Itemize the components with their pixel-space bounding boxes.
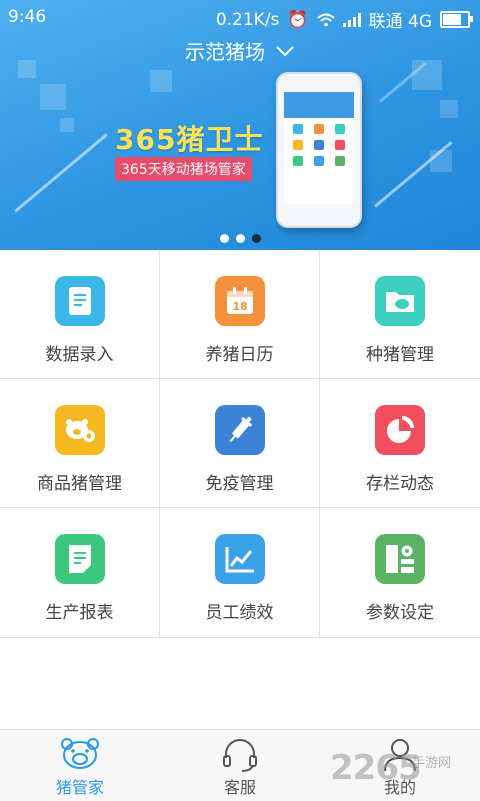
alarm-icon: ⏰ — [287, 9, 309, 30]
menu-item-data-entry[interactable]: 数据录入 — [0, 250, 160, 379]
menu-item-settings[interactable]: 参数设定 — [320, 508, 480, 638]
wifi-icon — [316, 13, 335, 26]
light-streak — [374, 141, 453, 208]
menu-item-label: 商品猪管理 — [37, 474, 122, 494]
menu-item-label: 养猪日历 — [205, 345, 274, 365]
watermark-logo: 2265 — [330, 748, 422, 788]
farm-name: 示范猪场 — [185, 40, 265, 64]
status-bar: 9:46 0.21K/s ⏰ 联通 4G — [0, 0, 480, 34]
tab-pig-manager[interactable]: 猪管家 — [0, 730, 160, 801]
syringe-icon — [214, 405, 265, 455]
carrier-label: 联通 4G — [368, 12, 432, 32]
menu-item-label: 员工绩效 — [205, 603, 274, 623]
headset-icon — [223, 739, 257, 772]
report-icon — [54, 534, 105, 584]
signal-icon — [342, 12, 361, 27]
calendar-badge: 18 — [232, 300, 247, 313]
menu-item-label: 数据录入 — [45, 345, 114, 365]
menu-item-production-report[interactable]: 生产报表 — [0, 508, 160, 638]
function-grid: 数据录入 18 养猪日历 种猪管理 商品猪管理 免疫管理 存栏动态 生产报表 员… — [0, 250, 480, 638]
calendar-icon: 18 — [214, 276, 265, 326]
deco-square — [60, 118, 74, 132]
status-time: 9:46 — [8, 7, 47, 27]
menu-item-inventory[interactable]: 存栏动态 — [320, 379, 480, 508]
folder-pig-icon — [375, 276, 425, 326]
deco-square — [40, 84, 66, 110]
battery-icon — [440, 11, 473, 28]
deco-square — [150, 70, 172, 92]
brand-title: 365猪卫士 — [115, 123, 264, 156]
phone-illustration — [276, 72, 362, 228]
deco-square — [440, 100, 458, 118]
pig-gear-icon — [54, 405, 105, 455]
menu-item-label: 参数设定 — [366, 603, 434, 623]
tab-label: 客服 — [223, 778, 256, 797]
chevron-down-icon — [276, 45, 294, 56]
pie-chart-icon — [375, 405, 425, 455]
document-icon — [54, 276, 105, 326]
carousel-dot-active[interactable] — [251, 234, 261, 243]
farm-selector[interactable]: 示范猪场 — [0, 36, 480, 65]
menu-item-staff-performance[interactable]: 员工绩效 — [160, 508, 320, 638]
watermark-text: 手游网 — [412, 756, 452, 771]
menu-item-label: 生产报表 — [45, 603, 114, 623]
menu-item-label: 免疫管理 — [205, 474, 274, 494]
carousel-indicator — [0, 234, 480, 243]
light-streak — [14, 133, 108, 213]
network-speed: 0.21K/s — [215, 9, 280, 30]
menu-item-immunization[interactable]: 免疫管理 — [160, 379, 320, 508]
trend-chart-icon — [214, 534, 265, 584]
menu-item-breeding-pig[interactable]: 种猪管理 — [320, 250, 480, 379]
carousel-dot[interactable] — [235, 234, 245, 243]
brand-tagline: 365天移动猪场管家 — [115, 157, 252, 181]
banner-carousel[interactable]: 9:46 0.21K/s ⏰ 联通 4G 示范猪场 365猪卫士 365天移动猪… — [0, 0, 480, 250]
tab-label: 猪管家 — [55, 778, 104, 797]
settings-grid-icon — [375, 534, 425, 584]
carousel-dot[interactable] — [219, 234, 229, 243]
deco-square — [430, 150, 452, 172]
menu-item-label: 种猪管理 — [366, 345, 434, 365]
battery-level — [443, 14, 461, 25]
tab-customer-service[interactable]: 客服 — [160, 730, 320, 801]
menu-item-calendar[interactable]: 18 养猪日历 — [160, 250, 320, 379]
menu-item-label: 存栏动态 — [366, 474, 434, 494]
menu-item-commercial-pig[interactable]: 商品猪管理 — [0, 379, 160, 508]
pig-head-icon — [61, 738, 99, 769]
